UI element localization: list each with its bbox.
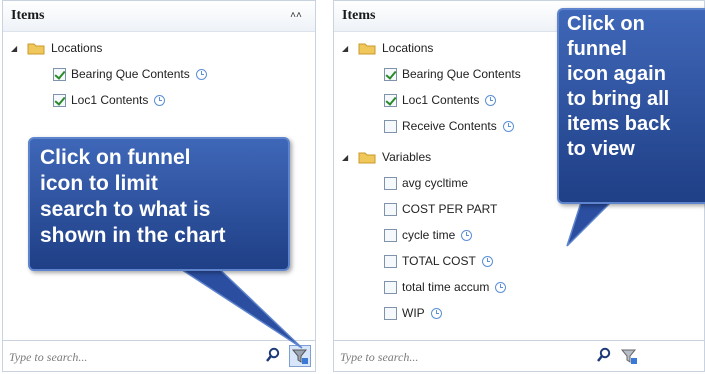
callout-line: icon to limit bbox=[40, 172, 158, 195]
tree-folder-variables[interactable]: ◢ Variables bbox=[342, 147, 431, 167]
panel-title: Items bbox=[11, 8, 45, 23]
search-input[interactable] bbox=[338, 346, 582, 368]
callout-line: Click on bbox=[567, 13, 645, 35]
tree-item-label: TOTAL COST bbox=[402, 254, 476, 268]
callout-line: to view bbox=[567, 138, 635, 160]
tree-item-label: WIP bbox=[402, 306, 425, 320]
item-checkbox[interactable] bbox=[384, 202, 397, 216]
callout-left: Click on funnel icon to limit search to … bbox=[28, 137, 290, 271]
folder-icon bbox=[27, 42, 45, 55]
clock-icon bbox=[195, 68, 207, 80]
callout-pointer bbox=[168, 262, 303, 349]
callout-line: search to what is bbox=[40, 198, 211, 221]
item-checkbox[interactable] bbox=[384, 254, 397, 268]
item-checkbox[interactable] bbox=[384, 306, 397, 320]
folder-icon bbox=[358, 151, 376, 164]
tree-folder-label: Locations bbox=[51, 41, 103, 55]
tree-item-label: Receive Contents bbox=[402, 119, 497, 133]
item-checkbox[interactable] bbox=[384, 93, 397, 107]
callout-line: shown in the chart bbox=[40, 224, 226, 247]
panel-title: Items bbox=[342, 8, 376, 23]
folder-icon bbox=[358, 42, 376, 55]
clock-icon bbox=[485, 94, 497, 106]
item-checkbox[interactable] bbox=[384, 119, 397, 133]
item-checkbox[interactable] bbox=[384, 280, 397, 294]
tree-item-label: avg cycltime bbox=[402, 176, 469, 190]
collapse-chevron-icon[interactable]: ˄˄ bbox=[289, 9, 303, 23]
tree-folder-locations[interactable]: ◢ Locations bbox=[342, 38, 433, 58]
tree-item-receive-contents[interactable]: Receive Contents bbox=[384, 116, 514, 136]
callout-line: funnel bbox=[567, 38, 627, 60]
tree-folder-label: Variables bbox=[382, 150, 432, 164]
clock-icon bbox=[154, 94, 166, 106]
tree-item-label: COST PER PART bbox=[402, 202, 498, 216]
tree-item-label: Bearing Que Contents bbox=[402, 67, 521, 81]
tree-item-label: Bearing Que Contents bbox=[71, 67, 190, 81]
tree-item-label: cycle time bbox=[402, 228, 456, 242]
callout-line: Click on funnel bbox=[40, 146, 191, 169]
tree-item-total-time-accum[interactable]: total time accum bbox=[384, 277, 507, 297]
item-checkbox[interactable] bbox=[53, 93, 66, 107]
callout-right: Click on funnel icon again to bring all … bbox=[557, 8, 705, 204]
tree-item-avg-cycltime[interactable]: avg cycltime bbox=[384, 173, 468, 193]
tree-item-label: total time accum bbox=[402, 280, 490, 294]
panel-header: Items ˄˄ bbox=[3, 1, 315, 32]
tree-item-bearing-que-contents[interactable]: Bearing Que Contents bbox=[53, 64, 207, 84]
tree-item-bearing-que-contents[interactable]: Bearing Que Contents bbox=[384, 64, 521, 84]
search-icon[interactable] bbox=[596, 347, 612, 363]
callout-line: icon again bbox=[567, 63, 666, 85]
clock-icon bbox=[461, 229, 473, 241]
tree-item-loc1-contents[interactable]: Loc1 Contents bbox=[384, 90, 497, 110]
search-bar bbox=[334, 340, 704, 371]
tree-item-loc1-contents[interactable]: Loc1 Contents bbox=[53, 90, 166, 110]
clock-icon bbox=[481, 255, 493, 267]
item-checkbox[interactable] bbox=[53, 67, 66, 81]
item-checkbox[interactable] bbox=[384, 228, 397, 242]
tree-item-label: Loc1 Contents bbox=[71, 93, 149, 107]
tree-item-wip[interactable]: WIP bbox=[384, 303, 442, 323]
tree-folder-locations[interactable]: ◢ Locations bbox=[11, 38, 102, 58]
callout-line: items back bbox=[567, 113, 671, 135]
expand-arrow-icon[interactable]: ◢ bbox=[342, 44, 352, 53]
item-checkbox[interactable] bbox=[384, 67, 397, 81]
clock-icon bbox=[502, 120, 514, 132]
tree-item-label: Loc1 Contents bbox=[402, 93, 480, 107]
expand-arrow-icon[interactable]: ◢ bbox=[11, 44, 21, 53]
expand-arrow-icon[interactable]: ◢ bbox=[342, 153, 352, 162]
clock-icon bbox=[430, 307, 442, 319]
item-checkbox[interactable] bbox=[384, 176, 397, 190]
clock-icon bbox=[495, 281, 507, 293]
tree-item-total-cost[interactable]: TOTAL COST bbox=[384, 251, 493, 271]
tree-item-cycle-time[interactable]: cycle time bbox=[384, 225, 473, 245]
tree-item-cost-per-part[interactable]: COST PER PART bbox=[384, 199, 497, 219]
callout-line: to bring all bbox=[567, 88, 670, 110]
funnel-filter-icon[interactable] bbox=[618, 345, 640, 367]
tree-folder-label: Locations bbox=[382, 41, 434, 55]
